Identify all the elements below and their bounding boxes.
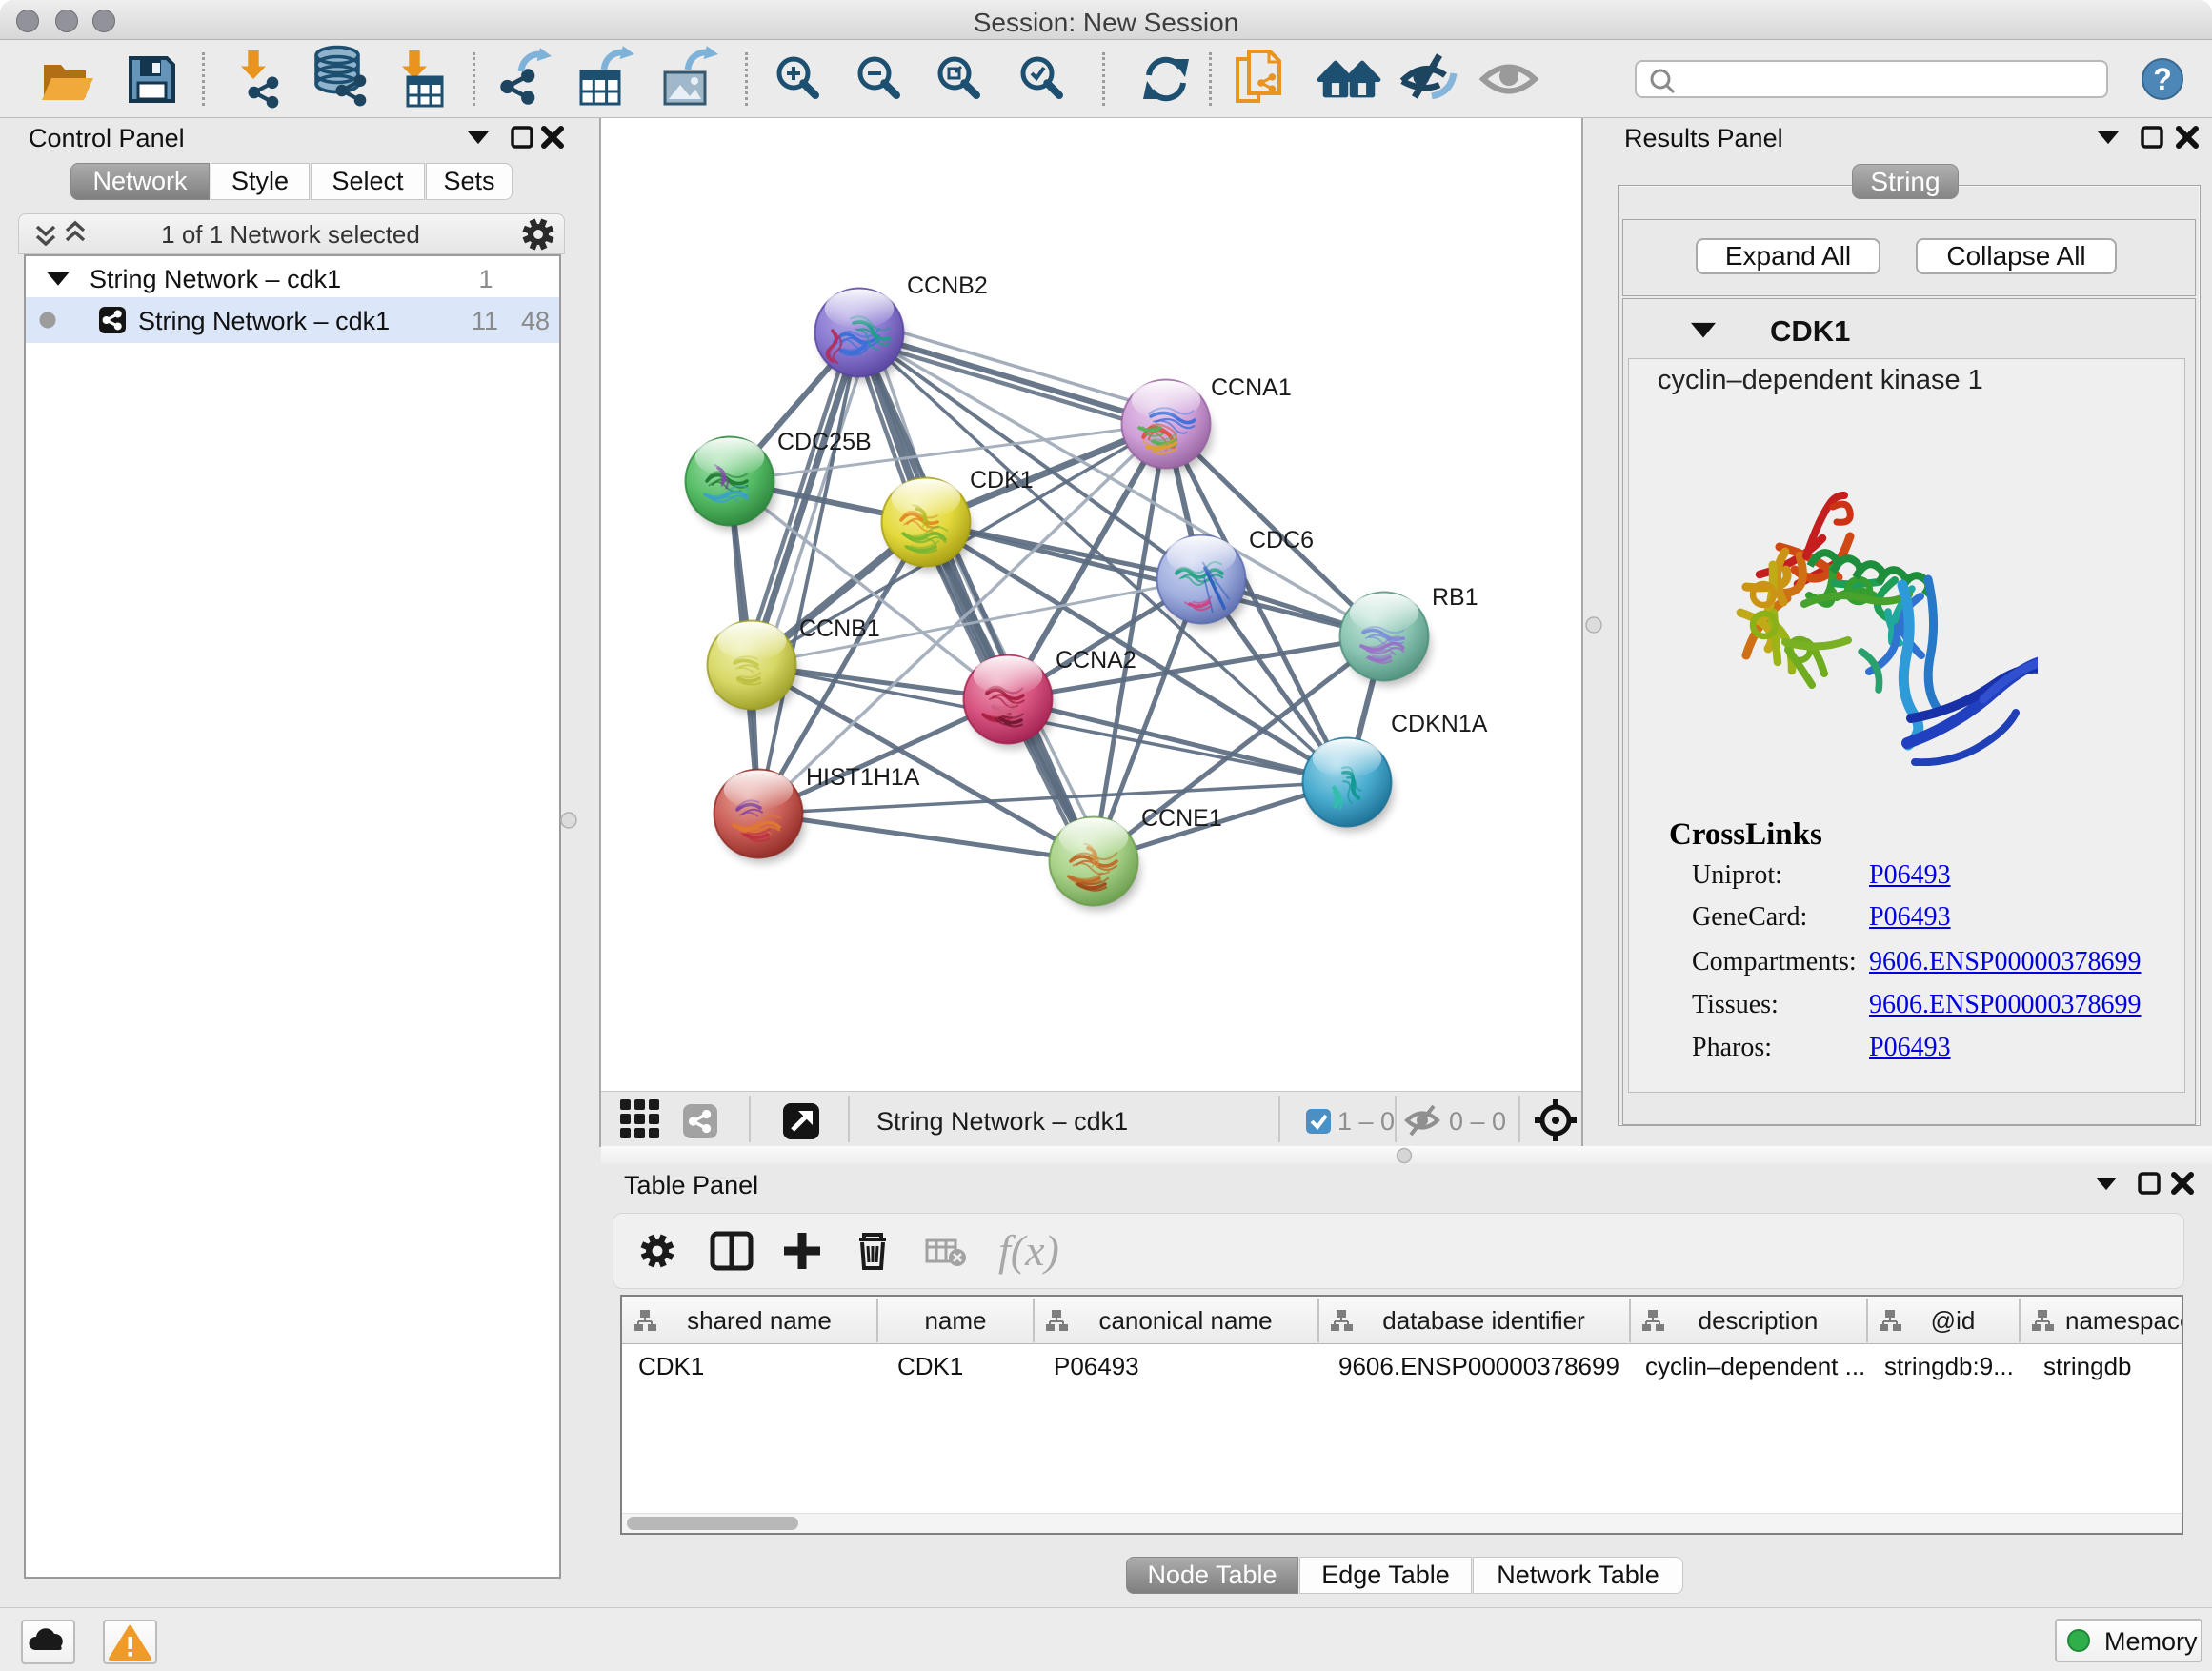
svg-text:namespace: namespace (2065, 1306, 2182, 1335)
svg-text:f(x): f(x) (998, 1226, 1059, 1275)
svg-text:RB1: RB1 (1432, 584, 1478, 611)
svg-text:CCNA2: CCNA2 (1056, 647, 1136, 674)
svg-text:CDC6: CDC6 (1249, 527, 1314, 554)
svg-text:description: description (1699, 1306, 1819, 1335)
svg-text:CDK1: CDK1 (970, 467, 1034, 493)
svg-text:HIST1H1A: HIST1H1A (806, 764, 920, 791)
svg-text:CCNA1: CCNA1 (1211, 374, 1292, 401)
svg-text:canonical name: canonical name (1098, 1306, 1272, 1335)
svg-text:database identifier: database identifier (1382, 1306, 1585, 1335)
svg-text:shared name: shared name (687, 1306, 832, 1335)
svg-text:CCNB1: CCNB1 (799, 615, 880, 642)
svg-text:@id: @id (1931, 1306, 1976, 1335)
svg-text:CCNB2: CCNB2 (907, 272, 988, 299)
svg-text:CDC25B: CDC25B (777, 429, 872, 455)
svg-text:CCNE1: CCNE1 (1141, 805, 1222, 832)
svg-text:CDKN1A: CDKN1A (1391, 711, 1488, 737)
svg-text:name: name (924, 1306, 986, 1335)
